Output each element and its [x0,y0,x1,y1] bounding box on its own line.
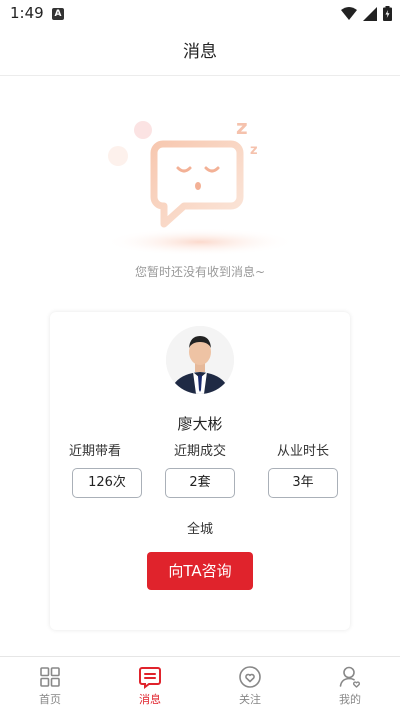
agent-area: 全城 [186,522,213,537]
agent-card: 廖大彬 近期带看 近期成交 从业时长 126次 2套 3年 全城 向TA咨询 [50,312,350,630]
grid-icon [40,667,60,687]
nav-item-follow[interactable]: 关注 [200,657,300,712]
bottom-nav: 首页 消息 关注 我的 [0,656,400,712]
status-bar: 1:49 A [0,0,400,28]
decor-dot-large [134,121,152,139]
illustration-shadow [104,228,296,256]
mouth [195,182,201,190]
agent-photo [166,326,234,394]
nav-item-home[interactable]: 首页 [0,657,100,712]
page-title: 消息 [183,42,217,62]
nav-item-messages[interactable]: 消息 [100,657,200,712]
nav-label-home: 首页 [39,693,61,706]
notification-a-icon: A [52,8,64,20]
user-icon [339,666,361,688]
status-time: 1:49 [10,4,44,22]
agent-avatar [166,326,234,394]
stat-label-recent-viewings: 近期带看 [68,444,121,459]
closed-eye-left [176,166,192,173]
nav-label-messages: 消息 [139,693,161,706]
closed-eye-right [204,166,220,173]
battery-icon [383,6,392,21]
status-icons [341,6,392,21]
heart-icon [239,666,261,688]
agent-name: 廖大彬 [177,415,223,433]
empty-message: 您暂时还没有收到消息~ [134,265,266,279]
nav-label-follow: 关注 [239,693,261,706]
signal-icon [363,6,377,21]
nav-label-profile: 我的 [339,693,361,706]
sleep-z-large: z [236,115,248,139]
stat-value-recent-viewings: 126次 [72,468,142,498]
decor-dot-small [108,146,128,166]
sleeping-chat-illustration: z z [104,115,296,256]
stat-label-recent-deals: 近期成交 [173,444,226,459]
consult-button[interactable]: 向TA咨询 [147,552,253,590]
stat-value-experience: 3年 [268,468,338,498]
wifi-icon [341,6,357,20]
stat-value-recent-deals: 2套 [165,468,235,498]
app-header: 消息 [0,28,400,76]
nav-item-profile[interactable]: 我的 [300,657,400,712]
stat-label-experience: 从业时长 [276,444,329,459]
sleep-z-small: z [250,143,258,158]
message-icon [139,667,161,689]
